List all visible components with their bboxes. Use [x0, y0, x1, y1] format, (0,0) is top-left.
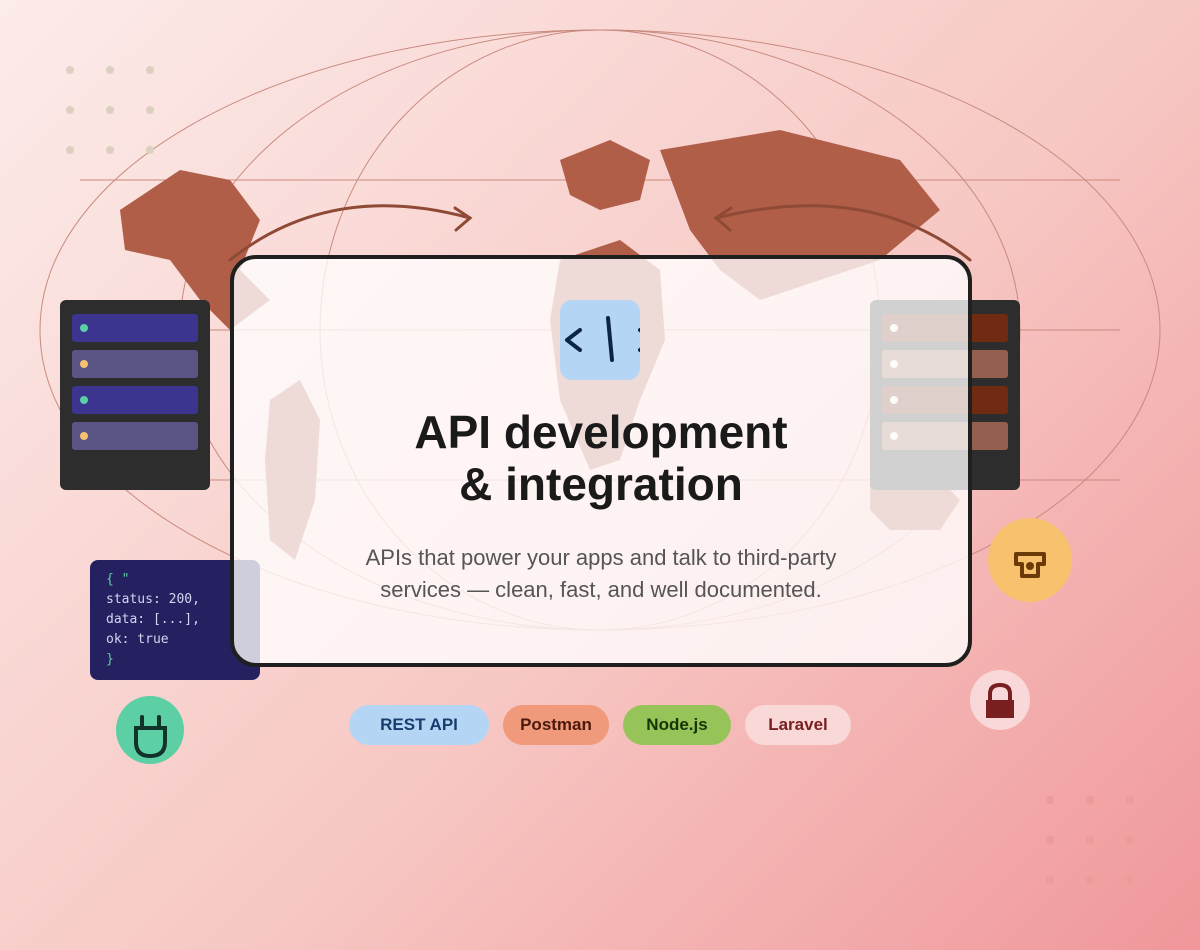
code-line: data: [...], [106, 612, 200, 627]
code-line: } [106, 652, 114, 667]
chip-nodejs[interactable]: Node.js [623, 705, 731, 745]
title-line-2: & integration [459, 458, 743, 510]
lock-icon [970, 670, 1030, 730]
code-icon [560, 300, 640, 380]
plug-icon [116, 696, 184, 764]
chip-postman[interactable]: Postman [503, 705, 609, 745]
printer-icon [988, 518, 1072, 602]
code-line: { " [106, 572, 130, 587]
description-line-2: services — clean, fast, and well documen… [380, 577, 822, 602]
title-line-1: API development [414, 406, 788, 458]
code-line: status: 200, [106, 592, 200, 607]
description-line-1: APIs that power your apps and talk to th… [365, 545, 837, 570]
server-rack-left-icon [60, 300, 210, 490]
hero-description: APIs that power your apps and talk to th… [234, 542, 968, 606]
page-title: API development & integration [234, 406, 968, 510]
code-line: ok: true [106, 632, 169, 647]
chip-laravel[interactable]: Laravel [745, 705, 851, 745]
hero-card: API development & integration APIs that … [230, 255, 972, 667]
chip-rest-api[interactable]: REST API [349, 705, 489, 745]
